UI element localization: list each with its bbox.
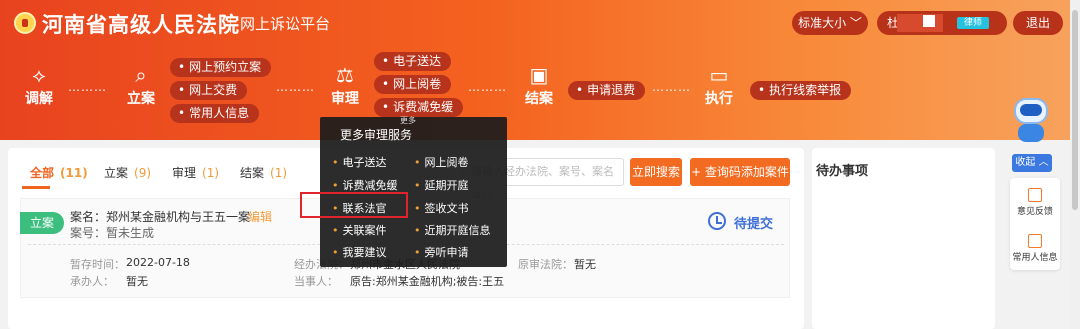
stage-execution[interactable]: ▭ 执行: [702, 64, 736, 108]
platform-name: 网上诉讼平台: [240, 15, 331, 33]
edit-case-link[interactable]: 编辑: [248, 208, 272, 225]
parties-value: 原告:郑州某金融机构;被告:王五: [350, 275, 505, 288]
dropdown-item-related-cases[interactable]: 关联案件: [332, 222, 387, 238]
tab-count: (1): [270, 166, 288, 180]
handler-label: 承办人：: [70, 275, 114, 288]
tab-count: (1): [202, 166, 220, 180]
link-refund[interactable]: 申请退费: [568, 81, 646, 100]
stage-label: 立案: [127, 91, 155, 107]
stage-mediation[interactable]: ⟡ 调解: [22, 64, 56, 108]
robot-face: [1020, 104, 1042, 116]
stage-closing[interactable]: ▣ 结案: [522, 64, 556, 108]
flow-dots: ………: [68, 80, 107, 94]
original-court-label: 原审法院：: [518, 258, 573, 271]
saved-time-value: 2022-07-18: [126, 256, 190, 269]
flow-dots: ………: [468, 80, 507, 94]
feedback-button[interactable]: 意见反馈: [1010, 188, 1060, 217]
title-divider: [230, 14, 231, 32]
dropdown-item-sign-documents[interactable]: 签收文书: [414, 200, 469, 216]
add-case-by-code-button[interactable]: + 查询码添加案件: [690, 158, 790, 186]
tab-closed[interactable]: 结案 (1): [240, 164, 287, 181]
gavel-icon: ⚖: [336, 63, 354, 87]
flow-dots: ………: [652, 80, 691, 94]
handshake-icon: ⟡: [32, 63, 46, 87]
tab-count: (11): [60, 166, 88, 180]
lawyer-badge: 律师: [957, 17, 989, 29]
link-e-delivery[interactable]: 电子送达: [374, 52, 452, 71]
case-filing-icon: ⌕: [135, 63, 147, 87]
case-number: 案号：暂未生成: [70, 226, 155, 240]
tab-count: (9): [134, 166, 152, 180]
tab-label: 审理: [172, 166, 197, 180]
search-button[interactable]: 立即搜索: [630, 158, 682, 186]
link-fee-reduction[interactable]: 诉费减免缓: [374, 98, 464, 117]
tab-filing[interactable]: 立案 (9): [104, 164, 151, 181]
highlight-box: [300, 192, 408, 218]
link-online-filing[interactable]: 网上预约立案: [170, 58, 272, 77]
user-name-redaction-light: [923, 15, 935, 27]
stage-label: 执行: [705, 91, 733, 107]
link-online-payment[interactable]: 网上交费: [170, 81, 248, 100]
clock-icon: [708, 212, 726, 230]
active-tab-indicator: [22, 186, 50, 189]
saved-time-label: 暂存时间：: [70, 258, 125, 271]
tab-label: 立案: [104, 166, 129, 180]
feedback-label: 意见反馈: [1016, 207, 1053, 217]
contacts-icon: [1028, 234, 1042, 248]
stage-label: 调解: [25, 91, 53, 107]
case-stage-tag: 立案: [20, 212, 64, 234]
dropdown-item-audit-request[interactable]: 旁听申请: [414, 244, 469, 260]
user-name-redaction: [897, 14, 943, 32]
scrollbar-thumb[interactable]: [1072, 10, 1078, 210]
dropdown-item-recent-hearings[interactable]: 近期开庭信息: [414, 222, 491, 238]
dropdown-item-e-delivery[interactable]: 电子送达: [332, 154, 387, 170]
original-court-value: 暂无: [574, 258, 596, 271]
feedback-icon: [1028, 188, 1042, 202]
stage-trial[interactable]: ⚖ 审理: [328, 64, 362, 108]
tab-trial[interactable]: 审理 (1): [172, 164, 219, 181]
user-menu[interactable]: 杜 律师: [877, 11, 1007, 35]
contacts-label: 常用人信息: [1012, 253, 1058, 263]
court-name: 河南省高级人民法院: [42, 13, 240, 37]
dropdown-item-suggestion[interactable]: 我要建议: [332, 244, 387, 260]
handler-value: 暂无: [126, 275, 148, 288]
dropdown-item-postpone-hearing[interactable]: 延期开庭: [414, 177, 469, 193]
link-online-review[interactable]: 网上阅卷: [374, 75, 452, 94]
link-contacts[interactable]: 常用人信息: [170, 104, 260, 123]
robot-body: [1018, 124, 1044, 142]
clipboard-icon: ▣: [529, 63, 549, 87]
font-size-select[interactable]: 标准大小 ﹀: [792, 11, 868, 35]
assistant-robot-icon[interactable]: [1004, 92, 1056, 146]
case-name: 案名：郑州某金融机构与王五一案: [70, 210, 251, 224]
stage-label: 结案: [525, 91, 553, 107]
dropdown-title: 更多审理服务: [340, 128, 413, 142]
monitor-icon: ▭: [709, 63, 729, 87]
tab-all[interactable]: 全部 (11): [30, 164, 88, 181]
contacts-button[interactable]: 常用人信息: [1010, 234, 1060, 263]
flow-dots: ………: [276, 80, 315, 94]
more-tag: 更多: [400, 116, 416, 125]
link-execution-report[interactable]: 执行线索举报: [750, 81, 852, 100]
case-status[interactable]: 待提交: [734, 213, 773, 232]
tab-label: 结案: [240, 166, 265, 180]
dropdown-item-online-review[interactable]: 网上阅卷: [414, 154, 469, 170]
court-emblem-icon: [14, 12, 36, 34]
tab-label: 全部: [30, 166, 55, 180]
todo-title: 待办事项: [816, 164, 869, 179]
stage-label: 审理: [331, 91, 359, 107]
collapse-button[interactable]: 收起 ︿: [1012, 154, 1052, 172]
stage-filing[interactable]: ⌕ 立案: [124, 64, 158, 108]
dropdown-item-fee-reduction[interactable]: 诉费减免缓: [332, 177, 398, 193]
logout-button[interactable]: 退出: [1013, 11, 1063, 35]
parties-label: 当事人：: [294, 275, 338, 288]
